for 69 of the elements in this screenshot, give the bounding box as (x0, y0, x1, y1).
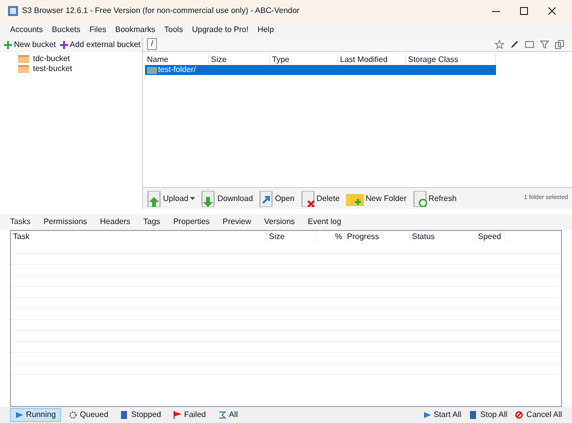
bucket-icon (18, 55, 29, 63)
tab[interactable]: Tasks (8, 216, 32, 228)
menu-item[interactable]: Accounts (10, 24, 43, 36)
file-upload-icon (147, 190, 161, 206)
new-bucket-button[interactable]: New bucket (4, 38, 56, 50)
refresh-button[interactable]: Refresh (412, 190, 457, 206)
bucket-icon (18, 65, 29, 73)
file-open-icon (258, 190, 273, 206)
spinner-icon (68, 411, 77, 419)
caret-icon (190, 196, 196, 200)
column-header[interactable]: Speed (476, 231, 505, 243)
stop-all-button[interactable]: Stop All (469, 409, 508, 421)
file-refresh-icon (412, 190, 427, 206)
column-header[interactable]: Status (410, 231, 476, 243)
all-filter-button[interactable]: All (214, 408, 242, 422)
column-header[interactable]: Size (267, 231, 317, 243)
flag-icon (173, 411, 182, 419)
tab[interactable]: Permissions (41, 216, 90, 228)
download-button[interactable]: Download (201, 190, 253, 206)
open-button[interactable]: Open (258, 190, 295, 206)
column-header[interactable]: Progress (345, 231, 410, 243)
pencil-icon[interactable] (510, 40, 519, 48)
app-icon (8, 6, 18, 16)
prohibited-icon (515, 411, 524, 419)
failed-filter-button[interactable]: Failed (169, 408, 210, 422)
start-all-button[interactable]: Start All (422, 409, 462, 421)
folder-icon (147, 66, 157, 74)
tab[interactable]: Event log (306, 216, 344, 228)
filter-icon[interactable] (540, 40, 549, 48)
plus-icon (60, 40, 68, 48)
tab[interactable]: Properties (171, 216, 212, 228)
star-icon[interactable] (495, 40, 504, 48)
stopped-filter-button[interactable]: Stopped (116, 408, 166, 422)
path-field[interactable]: / (147, 38, 158, 50)
play-icon (15, 411, 23, 419)
menu-item[interactable]: Bookmarks (115, 24, 156, 36)
tab[interactable]: Versions (262, 216, 297, 228)
tab[interactable]: Tags (141, 216, 162, 228)
bucket-item[interactable]: test-bucket (10, 64, 72, 74)
queued-filter-button[interactable]: Queued (64, 408, 112, 422)
column-header[interactable]: % (317, 231, 345, 243)
tab[interactable]: Headers (98, 216, 132, 228)
stop-icon (120, 411, 128, 419)
file-delete-icon (300, 190, 315, 206)
menu-item[interactable]: Upgrade to Pro! (192, 24, 248, 36)
newfolder-button[interactable]: New Folder (346, 190, 407, 206)
menu-item[interactable]: Tools (164, 24, 183, 36)
file-download-icon (201, 190, 216, 206)
add-external-bucket-button[interactable]: Add external bucket (60, 38, 141, 50)
play-icon (422, 411, 431, 419)
close-icon[interactable] (548, 7, 556, 15)
menu-item[interactable]: Help (257, 24, 274, 36)
window-title: S3 Browser 12.6.1 - Free Version (for non-commercial use only) - ABC-Vendor (22, 5, 300, 17)
menu-item[interactable]: Buckets (52, 24, 80, 36)
copy-icon[interactable] (555, 40, 564, 48)
maximize-icon[interactable] (520, 7, 528, 15)
bucket-item[interactable]: tdc-bucket (10, 54, 70, 64)
running-filter-button[interactable]: Running (10, 408, 61, 422)
plus-icon (4, 40, 12, 48)
file-row[interactable]: test-folder/ (145, 65, 496, 75)
tab[interactable]: Preview (220, 216, 254, 228)
sigma-icon (218, 411, 226, 419)
stop-icon (469, 411, 478, 419)
upload-button[interactable]: Upload (147, 190, 196, 206)
window-icon[interactable] (525, 40, 534, 48)
cancel-all-button[interactable]: Cancel All (515, 409, 562, 421)
delete-button[interactable]: Delete (300, 190, 340, 206)
column-header[interactable]: Task (11, 231, 267, 243)
menu-item[interactable]: Files (89, 24, 106, 36)
